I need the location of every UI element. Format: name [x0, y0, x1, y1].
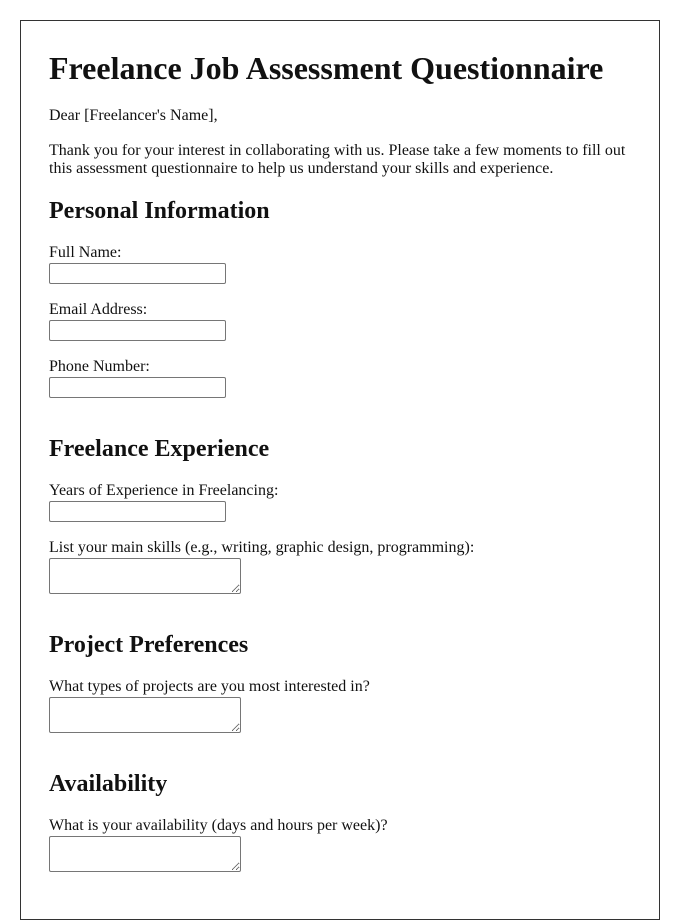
phone-number-label: Phone Number: [49, 358, 150, 375]
section-heading-personal-information: Personal Information [49, 198, 270, 224]
full-name-input[interactable] [49, 263, 226, 284]
main-skills-label: List your main skills (e.g., writing, gr… [49, 539, 475, 556]
availability-label: What is your availability (days and hour… [49, 817, 388, 834]
project-types-label: What types of projects are you most inte… [49, 678, 370, 695]
greeting: Dear [Freelancer's Name], [49, 107, 218, 124]
years-experience-label: Years of Experience in Freelancing: [49, 482, 279, 499]
project-types-textarea[interactable] [49, 697, 241, 733]
main-skills-textarea[interactable] [49, 558, 241, 594]
section-heading-availability: Availability [49, 771, 168, 797]
full-name-label: Full Name: [49, 244, 122, 261]
section-heading-project-preferences: Project Preferences [49, 632, 249, 658]
intro-paragraph: Thank you for your interest in collabora… [49, 142, 626, 177]
questionnaire-container: Freelance Job Assessment Questionnaire D… [20, 20, 660, 920]
page-title: Freelance Job Assessment Questionnaire [49, 50, 604, 86]
availability-textarea[interactable] [49, 836, 241, 872]
phone-number-input[interactable] [49, 377, 226, 398]
section-heading-freelance-experience: Freelance Experience [49, 436, 270, 462]
email-address-input[interactable] [49, 320, 226, 341]
email-address-label: Email Address: [49, 301, 148, 318]
years-experience-input[interactable] [49, 501, 226, 522]
